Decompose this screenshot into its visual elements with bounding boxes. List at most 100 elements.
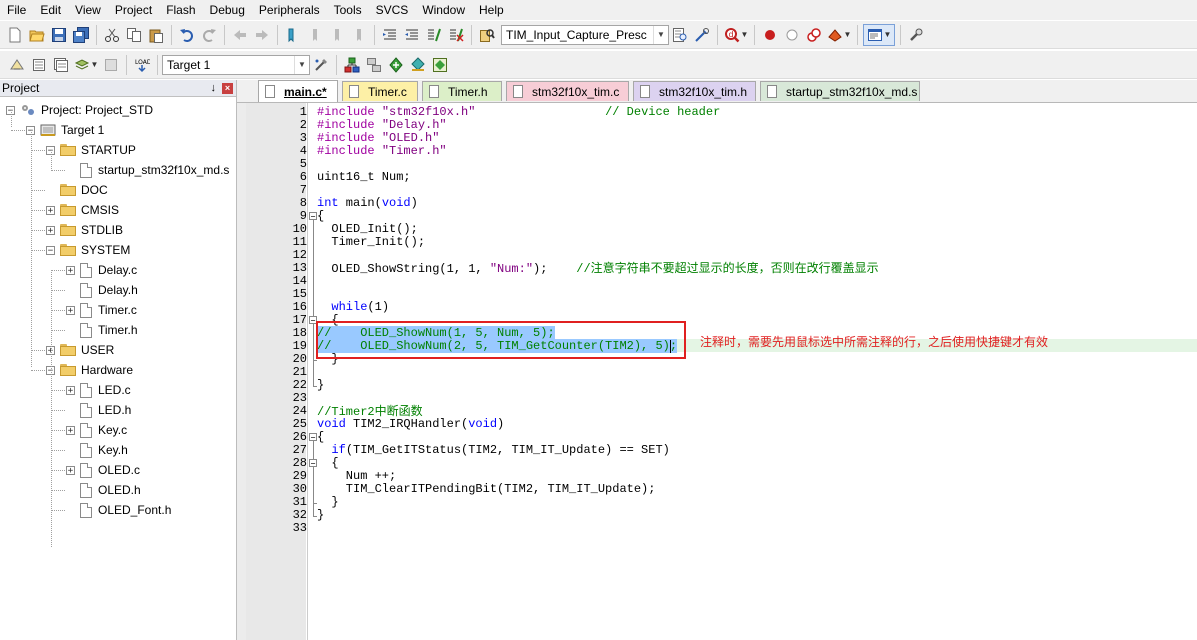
tab-stm32f10x-tim-h[interactable]: stm32f10x_tim.h — [633, 81, 756, 101]
configure-icon[interactable] — [906, 25, 926, 45]
pack-installer-icon[interactable] — [430, 55, 450, 75]
code-line[interactable]: uint16_t Num; — [317, 171, 411, 184]
tree-item-led-c[interactable]: + LED.c — [66, 380, 131, 400]
breakpoint-icon[interactable] — [760, 25, 780, 45]
expand-icon[interactable]: + — [46, 225, 55, 235]
tree-item-doc[interactable]: DOC — [46, 180, 108, 200]
save-icon[interactable] — [49, 25, 69, 45]
find-in-files-icon[interactable] — [477, 25, 497, 45]
menu-peripherals[interactable]: Peripherals — [252, 0, 327, 20]
manage-project-icon[interactable] — [342, 55, 362, 75]
chevron-down-icon[interactable]: ▼ — [884, 30, 892, 39]
find-icon[interactable] — [670, 25, 690, 45]
tree-item-oled-c[interactable]: + OLED.c — [66, 460, 140, 480]
indent-icon[interactable] — [380, 25, 400, 45]
menu-flash[interactable]: Flash — [159, 0, 202, 20]
menu-project[interactable]: Project — [108, 0, 159, 20]
expand-icon[interactable]: + — [66, 305, 75, 315]
unindent-icon[interactable] — [402, 25, 422, 45]
comment-icon[interactable] — [424, 25, 444, 45]
tab-startup-stm32f10x-md-s[interactable]: startup_stm32f10x_md.s — [760, 81, 920, 101]
bookmark-next-icon[interactable] — [327, 25, 347, 45]
tree-item-timer-c[interactable]: + Timer.c — [66, 300, 137, 320]
menu-debug[interactable]: Debug — [203, 0, 252, 20]
fold-collapse-icon[interactable]: − — [309, 459, 317, 468]
tab-timer-h[interactable]: Timer.h — [422, 81, 502, 101]
code-line[interactable]: OLED_ShowString(1, 1, "Num:"); //注意字符串不要… — [317, 262, 878, 276]
build-icon[interactable] — [29, 55, 49, 75]
tree-item-stdlib[interactable]: + STDLIB — [46, 220, 123, 240]
bookmark-clear-icon[interactable] — [349, 25, 369, 45]
stop-build-icon[interactable] — [101, 55, 121, 75]
code-line[interactable]: TIM_ClearITPendingBit(TIM2, TIM_IT_Updat… — [317, 483, 656, 496]
chevron-down-icon[interactable]: ▼ — [741, 30, 749, 39]
tree-item-key-c[interactable]: + Key.c — [66, 420, 127, 440]
tree-item-startup[interactable]: − STARTUP — [46, 140, 136, 160]
fold-collapse-icon[interactable]: − — [309, 212, 317, 221]
code-line[interactable]: } — [317, 379, 324, 392]
tree-item-system[interactable]: − SYSTEM — [46, 240, 130, 260]
chevron-down-icon[interactable]: ▼ — [294, 55, 309, 74]
tab-timer-c[interactable]: Timer.c — [342, 81, 418, 101]
pin-icon[interactable]: ↓ — [211, 82, 217, 94]
expand-icon[interactable]: + — [66, 465, 75, 475]
tree-item-timer-h[interactable]: Timer.h — [66, 320, 138, 340]
breakpoint-kill-icon[interactable] — [804, 25, 824, 45]
menu-tools[interactable]: Tools — [327, 0, 369, 20]
tree-item-oled-font-h[interactable]: OLED_Font.h — [66, 500, 171, 520]
menu-help[interactable]: Help — [472, 0, 511, 20]
nav-forward-icon[interactable] — [252, 25, 272, 45]
chevron-down-icon[interactable]: ▼ — [844, 30, 852, 39]
tab-stm32f10x-tim-c[interactable]: stm32f10x_tim.c — [506, 81, 629, 101]
nav-back-icon[interactable] — [230, 25, 250, 45]
tree-item-user[interactable]: + USER — [46, 340, 114, 360]
undo-icon[interactable] — [177, 25, 197, 45]
target-combo[interactable]: Target 1 ▼ — [162, 54, 310, 75]
open-folder-icon[interactable] — [27, 25, 47, 45]
code-line[interactable]: #include "Timer.h" — [317, 145, 447, 158]
tree-item-oled-h[interactable]: OLED.h — [66, 480, 141, 500]
tree-item-target-1[interactable]: − Target 1 — [26, 120, 104, 140]
code-line[interactable]: } — [317, 509, 324, 522]
expand-icon[interactable]: + — [66, 425, 75, 435]
expand-icon[interactable]: + — [66, 385, 75, 395]
code-editor[interactable]: 1 2 3 4 5 6 7 8 9 10 11 12 13 14 15 16 17 18 19 20 21 22 23 24 2… — [237, 103, 1197, 640]
menu-window[interactable]: Window — [415, 0, 472, 20]
breakpoint-disabled-icon[interactable] — [782, 25, 802, 45]
tree-item-hardware[interactable]: − Hardware — [46, 360, 133, 380]
code-line[interactable]: Timer_Init(); — [317, 236, 425, 249]
paste-icon[interactable] — [146, 25, 166, 45]
code-line[interactable]: int main(void) — [317, 197, 418, 210]
tree-item-cmsis[interactable]: + CMSIS — [46, 200, 119, 220]
load-icon[interactable]: LOAD — [132, 55, 152, 75]
batch-build-icon[interactable]: ▼ — [73, 55, 99, 75]
save-all-icon[interactable] — [71, 25, 91, 45]
menu-file[interactable]: File — [0, 0, 33, 20]
collapse-icon[interactable]: − — [46, 245, 55, 255]
find-combo[interactable]: TIM_Input_Capture_Presc ▼ — [501, 24, 669, 45]
translate-icon[interactable] — [7, 55, 27, 75]
rebuild-icon[interactable] — [51, 55, 71, 75]
menu-view[interactable]: View — [68, 0, 108, 20]
tree-item-led-h[interactable]: LED.h — [66, 400, 131, 420]
chevron-down-icon[interactable]: ▼ — [653, 25, 668, 44]
bookmark-icon[interactable] — [283, 25, 303, 45]
close-icon[interactable]: × — [222, 82, 233, 94]
expand-icon[interactable]: + — [46, 205, 55, 215]
tree-item-delay-h[interactable]: Delay.h — [66, 280, 138, 300]
redo-icon[interactable] — [199, 25, 219, 45]
trace-icon[interactable]: ▼ — [826, 25, 852, 45]
incremental-find-icon[interactable] — [692, 25, 712, 45]
tree-item-project-project-std[interactable]: − Project: Project_STD — [6, 100, 153, 120]
code-line[interactable]: if(TIM_GetITStatus(TIM2, TIM_IT_Update) … — [317, 444, 669, 457]
uncomment-icon[interactable] — [446, 25, 466, 45]
bookmark-prev-icon[interactable] — [305, 25, 325, 45]
tree-item-key-h[interactable]: Key.h — [66, 440, 128, 460]
expand-icon[interactable]: + — [66, 265, 75, 275]
code-line[interactable]: void TIM2_IRQHandler(void) — [317, 418, 504, 431]
menu-edit[interactable]: Edit — [33, 0, 68, 20]
copy-icon[interactable] — [124, 25, 144, 45]
tree-item-startup-stm32f10x-md-s[interactable]: startup_stm32f10x_md.s — [66, 160, 229, 180]
tab-main-c-[interactable]: main.c* — [258, 80, 338, 102]
tree-item-delay-c[interactable]: + Delay.c — [66, 260, 137, 280]
